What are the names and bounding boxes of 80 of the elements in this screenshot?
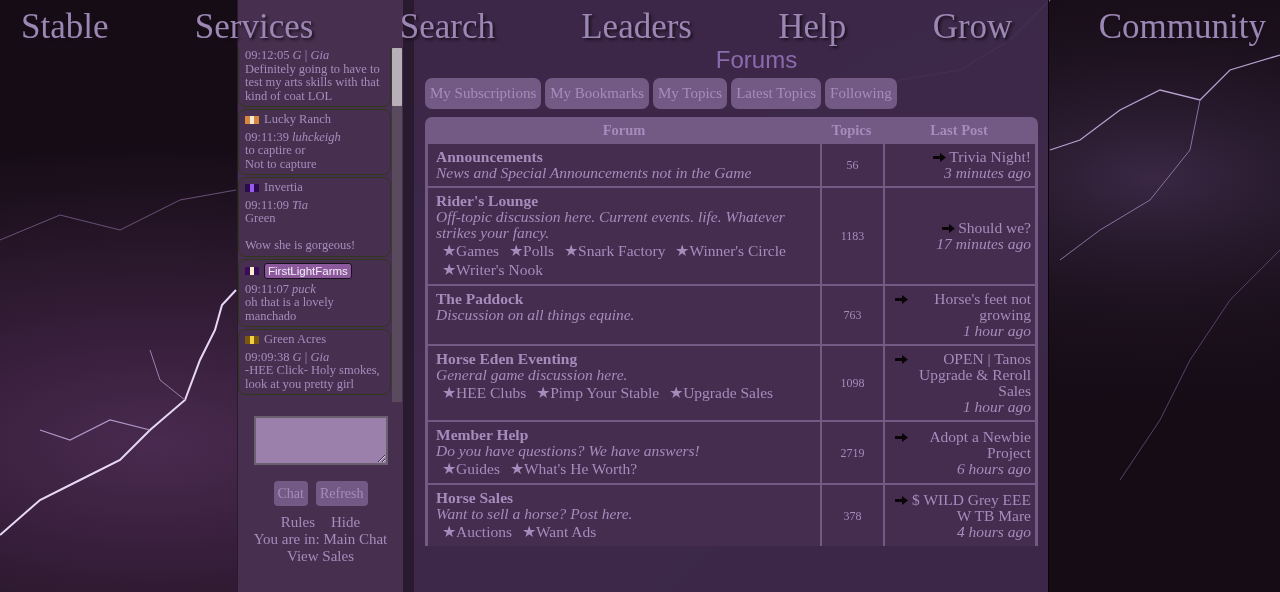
topic-count: 763 xyxy=(843,307,862,325)
subforum-link[interactable]: ★Snark Factory xyxy=(564,241,666,261)
page-title: Forums xyxy=(715,48,798,72)
nav-link[interactable]: Search xyxy=(399,6,495,48)
chat-link[interactable]: Hide xyxy=(331,514,361,531)
chat-link[interactable]: Rules xyxy=(280,514,315,531)
topic-count: 56 xyxy=(846,157,859,175)
forum-description: News and Special Announcements not in the Game xyxy=(436,165,753,182)
arrow-icon xyxy=(895,355,908,365)
subforum-link[interactable]: ★What's He Worth? xyxy=(509,459,638,479)
location-text: You are in: Main Chat xyxy=(252,531,389,548)
message-text: -HEE Click- Holy smokes, look at you pretty girl xyxy=(245,364,381,392)
ranch-name[interactable]: Lucky Ranch xyxy=(264,113,331,127)
forum-description: General game discussion here. xyxy=(436,367,629,384)
subforum-link[interactable]: ★Writer's Nook xyxy=(442,260,543,280)
message-meta: 09:12:05 G | Gia xyxy=(245,49,331,63)
subforum-link[interactable]: ★HEE Clubs xyxy=(442,383,527,403)
nav-link[interactable]: Help xyxy=(778,6,847,48)
subforum-link[interactable]: ★Winner's Circle xyxy=(675,241,786,261)
message-meta: 09:09:38 G | Gia xyxy=(245,350,331,365)
forum-description: Off-topic discussion here. Current events. life. Whatever strikes your fancy. xyxy=(436,209,786,242)
last-post-time: 1 hour ago xyxy=(961,399,1031,416)
nav-link[interactable]: Grow xyxy=(932,6,1013,48)
view-sales-link[interactable]: View Sales xyxy=(238,548,403,565)
last-post-time: 6 hours ago xyxy=(955,460,1031,477)
arrow-icon xyxy=(895,295,908,305)
scrollbar[interactable] xyxy=(392,48,402,402)
subforum-link[interactable]: ★Auctions xyxy=(442,522,512,542)
flag-icon xyxy=(245,183,259,192)
ranch-name[interactable]: Invertia xyxy=(264,181,303,195)
topic-count: 1098 xyxy=(840,375,865,393)
arrow-icon xyxy=(895,495,908,505)
forum-description: Discussion on all things equine. xyxy=(436,307,636,324)
last-post-time: 17 minutes ago xyxy=(935,236,1031,253)
nav-link[interactable]: Community xyxy=(1098,6,1266,48)
nav-link[interactable]: Services xyxy=(194,6,314,48)
last-post-time: 1 hour ago xyxy=(961,323,1031,340)
last-post-link[interactable]: Should we? xyxy=(958,220,1031,237)
nav-link[interactable]: Leaders xyxy=(581,6,692,48)
last-post-time: 4 hours ago xyxy=(955,523,1031,540)
ranch-name[interactable]: FirstLightFarms xyxy=(264,262,352,279)
last-post-link[interactable]: Horse's feet not growing xyxy=(911,291,1031,324)
message-text: Definitely going to have to test my arts skills with that kind of coat LOL xyxy=(245,62,381,103)
subforum-link[interactable]: ★Pimp Your Stable xyxy=(536,383,660,403)
last-post-time: 3 minutes ago xyxy=(943,165,1031,182)
last-post-link[interactable]: Trivia Night! xyxy=(949,149,1031,166)
message-text: oh that is a lovely manchado xyxy=(245,296,335,324)
nav-link[interactable]: Stable xyxy=(21,6,109,48)
message-meta: 09:11:09 Tia xyxy=(245,198,310,212)
subforum-link[interactable]: ★Upgrade Sales xyxy=(669,383,774,403)
arrow-icon xyxy=(942,224,956,234)
forum-title[interactable]: Horse Eden Eventing xyxy=(436,351,812,368)
ranch-name[interactable]: Green Acres xyxy=(264,333,327,347)
message-meta: 09:11:07 puck xyxy=(245,282,317,297)
subforum-link[interactable]: ★Polls xyxy=(509,241,555,261)
flag-icon xyxy=(245,115,259,124)
flag-icon xyxy=(245,336,259,345)
subforum-link[interactable]: ★Guides xyxy=(442,459,500,479)
forum-title[interactable]: Horse Sales xyxy=(436,490,812,507)
chat-input[interactable] xyxy=(253,416,388,465)
message-meta: 09:11:39 luhckeigh xyxy=(245,130,342,144)
arrow-icon xyxy=(895,432,908,442)
message-text: Green Wow she is gorgeous! xyxy=(245,212,357,253)
topic-count: 1183 xyxy=(840,228,865,246)
last-post-link[interactable]: Adopt a Newbie Project xyxy=(911,428,1031,461)
forum-title[interactable]: Rider's Lounge xyxy=(436,193,812,210)
topic-count: 378 xyxy=(843,507,862,525)
arrow-icon xyxy=(933,153,947,163)
forum-title[interactable]: Member Help xyxy=(436,427,812,444)
subforum-link[interactable]: ★Want Ads xyxy=(521,522,597,542)
forum-title[interactable]: Announcements xyxy=(436,149,812,166)
forum-description: Do you have questions? We have answers! xyxy=(436,443,701,460)
topic-count: 2719 xyxy=(840,444,865,462)
last-post-link[interactable]: OPEN | Tanos Upgrade & Reroll Sales xyxy=(911,351,1031,400)
subforum-link[interactable]: ★Games xyxy=(442,241,500,261)
forum-title[interactable]: The Paddock xyxy=(436,291,812,308)
message-text: to captire or Not to capture xyxy=(245,144,317,171)
flag-icon xyxy=(245,266,259,275)
last-post-link[interactable]: $ WILD Grey EEE W TB Mare xyxy=(911,491,1031,524)
forum-description: Want to sell a horse? Post here. xyxy=(436,506,634,523)
